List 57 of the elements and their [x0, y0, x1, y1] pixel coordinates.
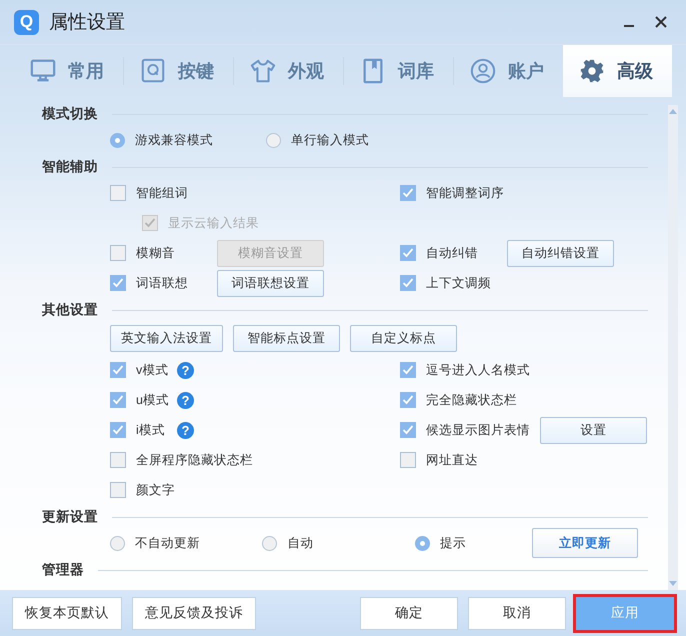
checkbox[interactable]: 词语联想 — [110, 274, 207, 292]
checkbox[interactable]: 智能调整词序 — [400, 184, 504, 202]
settings-button[interactable]: 立即更新 — [532, 528, 638, 558]
checkbox[interactable]: 自动纠错 — [400, 244, 497, 262]
check-icon — [112, 364, 124, 376]
section-title: 管理器 — [42, 561, 84, 579]
check-icon — [402, 424, 414, 436]
check-icon — [402, 247, 414, 259]
footer-button[interactable]: 意见反馈及投诉 — [132, 596, 256, 630]
key-icon — [140, 57, 166, 85]
app-logo: Q — [14, 10, 39, 34]
check-icon — [402, 394, 414, 406]
section-title: 智能辅助 — [42, 158, 98, 176]
section-title: 模式切换 — [42, 105, 98, 123]
radio-button[interactable]: 提示 — [414, 534, 532, 552]
checkbox[interactable]: 逗号进入人名模式 — [400, 362, 530, 378]
radio-button[interactable]: 不自动更新 — [110, 534, 262, 552]
settings-button[interactable]: 英文输入法设置 — [110, 324, 223, 352]
checkbox[interactable]: 完全隐藏状态栏 — [400, 392, 517, 408]
settings-button[interactable]: 自动纠错设置 — [507, 240, 614, 266]
help-icon[interactable]: ? — [177, 392, 194, 408]
help-icon[interactable]: ? — [177, 362, 194, 378]
settings-icon — [579, 57, 605, 85]
radio-button[interactable]: 单行输入模式 — [266, 132, 422, 148]
radio-button[interactable]: 自动 — [262, 534, 415, 552]
settings-button[interactable]: 设置 — [540, 416, 647, 444]
check-icon — [402, 187, 414, 199]
scrollbar[interactable] — [668, 105, 678, 590]
checkbox[interactable]: 上下文调频 — [400, 274, 497, 292]
radio-button[interactable]: 游戏兼容模式 — [110, 132, 266, 148]
check-icon — [112, 424, 124, 436]
settings-button[interactable]: 自定义标点 — [350, 324, 457, 352]
check-icon — [402, 277, 414, 289]
footer-button[interactable]: 恢复本页默认 — [12, 596, 122, 630]
user-icon — [470, 57, 496, 85]
tab[interactable]: 高级 — [563, 45, 672, 97]
window-title: 属性设置 — [49, 11, 126, 35]
scroll-up-icon[interactable] — [669, 108, 677, 114]
settings-button[interactable]: 智能标点设置 — [233, 324, 340, 352]
check-icon — [402, 364, 414, 376]
shirt-icon — [250, 57, 276, 85]
check-icon — [112, 277, 124, 289]
checkbox[interactable]: 网址直达 — [400, 452, 497, 468]
checkbox[interactable]: 候选显示图片表情 — [400, 422, 530, 438]
settings-button[interactable]: 词语联想设置 — [217, 270, 324, 296]
checkbox[interactable]: 模糊音 — [110, 244, 207, 262]
help-icon[interactable]: ? — [177, 422, 194, 438]
section-title: 其他设置 — [42, 301, 98, 319]
section-title: 更新设置 — [42, 508, 98, 526]
footer-button[interactable]: 取消 — [468, 596, 566, 630]
footer-button[interactable]: 确定 — [360, 596, 458, 630]
checkbox[interactable]: 智能组词 — [110, 184, 207, 202]
check-icon — [144, 217, 156, 229]
check-icon — [112, 394, 124, 406]
scroll-down-icon[interactable] — [669, 581, 677, 587]
checkbox[interactable]: 全屏程序隐藏状态栏 — [110, 452, 253, 468]
checkbox[interactable]: 颜文字 — [110, 482, 207, 498]
